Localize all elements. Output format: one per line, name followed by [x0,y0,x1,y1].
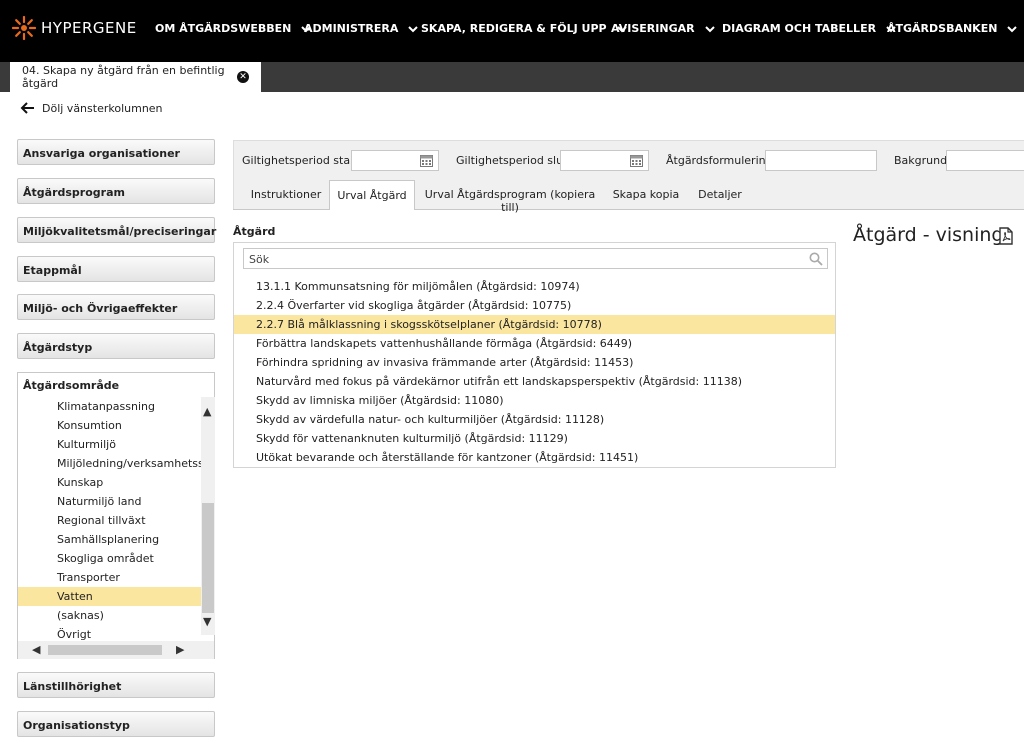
list-item[interactable]: Konsumtion [18,416,201,435]
list-item[interactable]: Övrigt [18,625,201,641]
list-item[interactable]: Förhindra spridning av invasiva främmand… [234,353,835,372]
formulering-input[interactable] [765,150,877,171]
close-icon[interactable]: ✕ [237,71,249,83]
end-date-input[interactable] [560,150,649,171]
list-item[interactable]: Kunskap [18,473,201,492]
list-item[interactable]: Transporter [18,568,201,587]
document-tab[interactable]: 04. Skapa ny åtgärd från en befintlig åt… [10,62,261,92]
atgard-listbox: Sök 13.1.1 Kommunsatsning för miljömålen… [233,242,836,468]
hypergene-sun-icon [12,16,36,40]
list-item-selected[interactable]: 2.2.7 Blå målklassning i skogsskötselpla… [234,315,835,334]
logo-text: HYPERGENE [41,19,137,37]
filter-atgardsomrade-panel: Åtgärdsområde Klimatanpassning Konsumtio… [17,372,215,659]
filter-atgardstyp[interactable]: Åtgärdstyp [17,333,215,359]
nav-aviseringar[interactable]: AVISERINGAR [611,22,715,35]
filter-atgardsomrade-header[interactable]: Åtgärdsområde [18,373,214,397]
tab-urval-atgard[interactable]: Urval Åtgärd [329,180,415,210]
nav-label: OM ÅTGÄRDSWEBBEN [155,22,292,35]
scrollbar-thumb[interactable] [202,503,214,613]
list-item-selected[interactable]: Vatten [18,587,201,606]
list-item[interactable]: Samhällsplanering [18,530,201,549]
nav-skapa-redigera[interactable]: SKAPA, REDIGERA & FÖLJ UPP [421,22,627,35]
hide-left-label: Dölj vänsterkolumnen [42,101,163,115]
vertical-scrollbar[interactable]: ▲ ▼ [201,397,215,635]
nav-label: ÅTGÄRDSBANKEN [887,22,998,35]
list-item[interactable]: 13.1.1 Kommunsatsning för miljömålen (Åt… [234,277,835,296]
search-icon [809,252,823,266]
search-placeholder: Sök [249,253,270,266]
list-item[interactable]: Skydd av limniska miljöer (Åtgärdsid: 11… [234,391,835,410]
list-item[interactable]: Skydd för vattenanknuten kulturmiljö (Åt… [234,429,835,448]
nav-label: AVISERINGAR [611,22,695,35]
list-item[interactable]: Naturmiljö land [18,492,201,511]
filter-atgardsprogram[interactable]: Åtgärdsprogram [17,178,215,204]
chevron-down-icon [408,25,419,32]
scroll-left-icon[interactable]: ◀ [32,643,40,656]
filter-organisationstyp[interactable]: Organisationstyp [17,711,215,737]
list-item[interactable]: Utökat bevarande och återställande för k… [234,448,835,467]
filter-lanstillhorighet[interactable]: Länstillhörighet [17,672,215,698]
scroll-up-icon[interactable]: ▲ [203,405,211,418]
scrollbar-thumb[interactable] [48,645,162,655]
scroll-right-icon[interactable]: ▶ [176,643,184,656]
pdf-icon[interactable] [998,227,1014,245]
tab-skapa-kopia[interactable]: Skapa kopia [606,180,686,210]
list-item[interactable]: Kulturmiljö [18,435,201,454]
filter-ansvariga-organisationer[interactable]: Ansvariga organisationer [17,139,215,165]
bakgrund-label: Bakgrund: [894,154,951,167]
nav-diagram-och-tabeller[interactable]: DIAGRAM OCH TABELLER [722,22,896,35]
view-title: Åtgärd - visning [853,224,1004,246]
logo[interactable]: HYPERGENE [12,16,137,40]
nav-label: SKAPA, REDIGERA & FÖLJ UPP [421,22,607,35]
list-item[interactable]: (saknas) [18,606,201,625]
list-item[interactable]: Förbättra landskapets vattenhushållande … [234,334,835,353]
tab-instruktioner[interactable]: Instruktioner [243,180,329,210]
tab-urval-atgardsprogram[interactable]: Urval Åtgärdsprogram (kopiera till) [418,180,602,214]
calendar-icon[interactable] [630,154,643,167]
end-date-label: Giltighetsperiod slut: [456,154,572,167]
document-tab-label: 04. Skapa ny åtgärd från en befintlig åt… [22,64,225,90]
chevron-down-icon [704,25,715,32]
list-item[interactable]: Miljöledning/verksamhetsstyrning [18,454,201,473]
horizontal-scrollbar[interactable]: ◀ ▶ [18,641,214,659]
nav-label: ADMINISTRERA [304,22,399,35]
filter-etappmal[interactable]: Etappmål [17,256,215,282]
nav-om-atgardswebben[interactable]: OM ÅTGÄRDSWEBBEN [155,22,312,35]
nav-label: DIAGRAM OCH TABELLER [722,22,877,35]
list-item[interactable]: Naturvård med fokus på värdekärnor utifr… [234,372,835,391]
calendar-icon[interactable] [420,154,433,167]
hide-left-column-link[interactable]: Dölj vänsterkolumnen [20,100,163,116]
start-date-label: Giltighetsperiod start: [242,154,363,167]
atgard-section-label: Åtgärd [233,225,276,238]
bakgrund-input[interactable] [946,150,1024,171]
filter-miljokvalitetsmal[interactable]: Miljökvalitetsmål/preciseringar [17,217,216,243]
list-item[interactable]: 2.2.4 Överfarter vid skogliga åtgärder (… [234,296,835,315]
list-item[interactable]: Skydd av värdefulla natur- och kulturmil… [234,410,835,429]
list-item[interactable]: Klimatanpassning [18,397,201,416]
nav-administrera[interactable]: ADMINISTRERA [304,22,419,35]
formulering-label: Åtgärdsformulering: [666,154,777,167]
filter-miljo-ovrigaeffekter[interactable]: Miljö- och Övrigaeffekter [17,294,215,320]
list-item[interactable]: Regional tillväxt [18,511,201,530]
panel-title: Åtgärdsområde [23,379,120,392]
start-date-input[interactable] [351,150,439,171]
chevron-down-icon [1007,25,1018,32]
arrow-left-icon [20,102,34,114]
list-item[interactable]: Skogliga området [18,549,201,568]
scroll-down-icon[interactable]: ▼ [203,615,211,628]
tab-detaljer[interactable]: Detaljer [690,180,750,210]
nav-atgardsbanken[interactable]: ÅTGÄRDSBANKEN [887,22,1018,35]
search-input[interactable]: Sök [243,248,828,269]
